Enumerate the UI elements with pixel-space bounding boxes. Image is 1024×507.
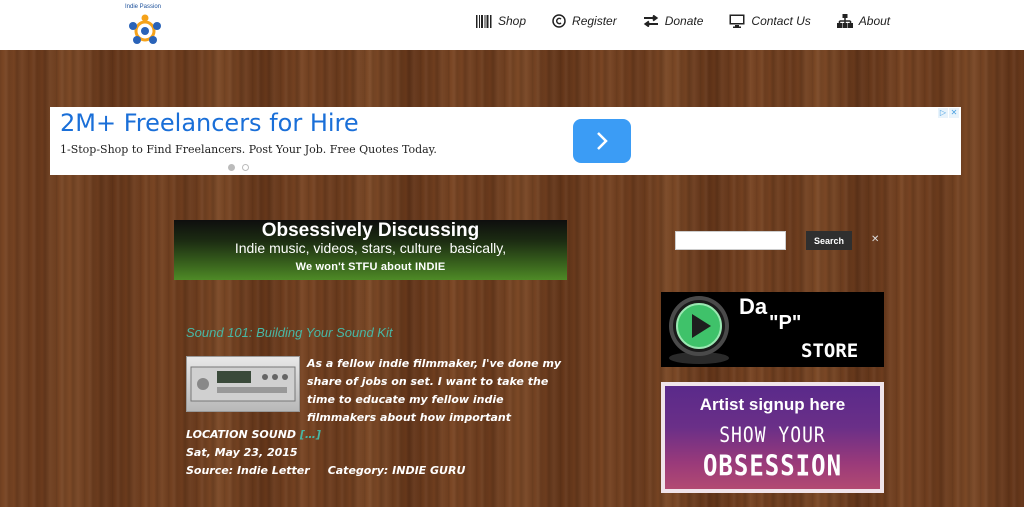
post-category[interactable]: Category: INDIE GURU bbox=[328, 464, 466, 477]
post-excerpt: As a fellow indie filmmaker, I've done m… bbox=[307, 357, 562, 424]
post-meta: Source: Indie Letter Category: INDIE GURU bbox=[186, 464, 483, 477]
post-thumbnail[interactable] bbox=[186, 356, 300, 412]
logo-text: Indie Passion bbox=[125, 4, 162, 10]
banner-title: Obsessively Discussing bbox=[261, 220, 480, 241]
post-date: Sat, May 23, 2015 bbox=[186, 446, 298, 459]
banner-slogan: We won't STFU about INDIE bbox=[295, 261, 446, 273]
play-button-icon bbox=[669, 296, 729, 364]
post-source: Source: Indie Letter bbox=[186, 464, 310, 477]
search-button[interactable]: Search bbox=[806, 231, 852, 250]
search-input[interactable] bbox=[675, 231, 786, 250]
artist-signup-banner[interactable]: Artist signup here SHOW YOUR OBSESSION bbox=[661, 382, 884, 493]
ad-dot-active[interactable] bbox=[228, 164, 235, 171]
artist-show-your: SHOW YOUR bbox=[719, 422, 826, 449]
nav-register-label: Register bbox=[572, 14, 617, 28]
logo-graphic-icon bbox=[129, 14, 161, 44]
main-nav: Shop Register Donate Contact Us About bbox=[476, 14, 916, 28]
search-clear-icon[interactable]: ✕ bbox=[871, 234, 879, 245]
ad-choices[interactable]: ▷ ✕ bbox=[937, 108, 959, 118]
post-title-link[interactable]: Sound 101: Building Your Sound Kit bbox=[186, 325, 392, 340]
nav-contact-label: Contact Us bbox=[751, 14, 811, 28]
read-more-link[interactable]: […] bbox=[300, 428, 321, 441]
nav-shop-label: Shop bbox=[498, 14, 527, 28]
adchoices-icon[interactable]: ▷ bbox=[938, 108, 948, 118]
nav-donate[interactable]: Donate bbox=[643, 14, 704, 28]
exchange-arrows-icon bbox=[643, 15, 658, 27]
sitemap-icon bbox=[836, 14, 853, 28]
chevron-right-icon bbox=[597, 132, 608, 150]
copyright-icon bbox=[552, 14, 566, 28]
site-logo[interactable]: Indie Passion bbox=[122, 4, 172, 46]
obsessively-banner: Obsessively Discussing Indie music, vide… bbox=[174, 220, 567, 280]
da-p-store-banner[interactable]: Da "P" STORE bbox=[661, 292, 884, 367]
post-excerpt-tail: LOCATION SOUND bbox=[186, 428, 300, 441]
barcode-icon bbox=[476, 14, 492, 28]
nav-about[interactable]: About bbox=[836, 14, 891, 28]
nav-contact[interactable]: Contact Us bbox=[729, 14, 811, 28]
ad-pagination bbox=[228, 164, 256, 171]
monitor-icon bbox=[729, 14, 745, 28]
banner-tagline: Indie music, videos, stars, culture basi… bbox=[234, 240, 507, 256]
ad-title[interactable]: 2M+ Freelancers for Hire bbox=[60, 109, 359, 137]
ad-close-icon[interactable]: ✕ bbox=[949, 108, 959, 118]
pstore-title: Da bbox=[739, 294, 768, 319]
nav-donate-label: Donate bbox=[664, 14, 704, 28]
artist-signup-inner: Artist signup here SHOW YOUR OBSESSION bbox=[665, 386, 880, 489]
post-excerpt-continued: LOCATION SOUND […] bbox=[186, 428, 321, 441]
nav-shop[interactable]: Shop bbox=[476, 14, 526, 28]
artist-signup-title: Artist signup here bbox=[699, 395, 846, 414]
ad-banner[interactable]: 2M+ Freelancers for Hire 1-Stop-Shop to … bbox=[50, 107, 961, 175]
nav-register[interactable]: Register bbox=[552, 14, 617, 28]
sound-device-image bbox=[190, 366, 296, 402]
ad-next-button[interactable] bbox=[573, 119, 631, 163]
artist-obsession: OBSESSION bbox=[702, 449, 843, 483]
pstore-p: "P" bbox=[769, 312, 802, 334]
pstore-store: STORE bbox=[801, 340, 859, 362]
ad-dot[interactable] bbox=[242, 164, 249, 171]
ad-subtitle: 1-Stop-Shop to Find Freelancers. Post Yo… bbox=[60, 143, 437, 156]
nav-about-label: About bbox=[858, 14, 891, 28]
site-header: Indie Passion Shop Register Donate Conta… bbox=[0, 0, 1024, 50]
